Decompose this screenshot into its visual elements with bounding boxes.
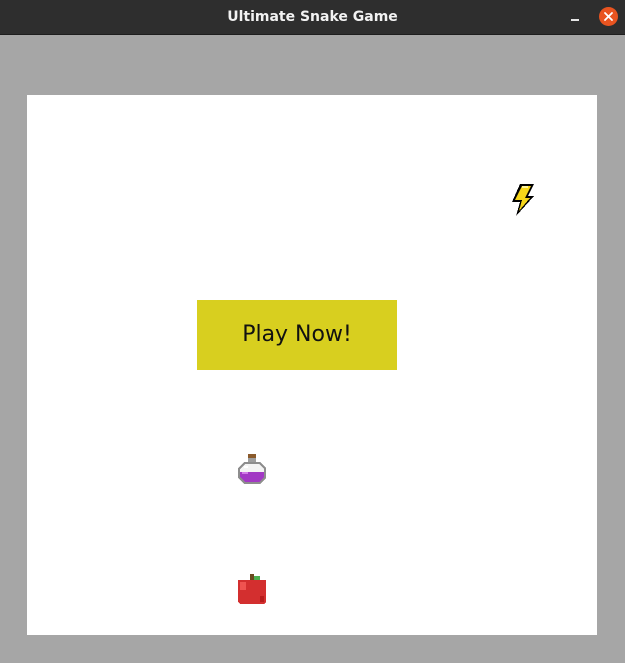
lightning-icon: [508, 184, 536, 216]
window-body: Play Now!: [0, 35, 625, 663]
game-canvas[interactable]: Play Now!: [27, 95, 597, 635]
apple-icon: [236, 574, 268, 606]
potion-icon: [236, 454, 268, 486]
window-title: Ultimate Snake Game: [227, 9, 398, 25]
close-icon: [604, 12, 613, 21]
title-bar: Ultimate Snake Game: [0, 0, 625, 35]
play-now-button[interactable]: Play Now!: [197, 300, 397, 370]
minimize-button[interactable]: [566, 8, 584, 26]
close-button[interactable]: [599, 7, 618, 26]
